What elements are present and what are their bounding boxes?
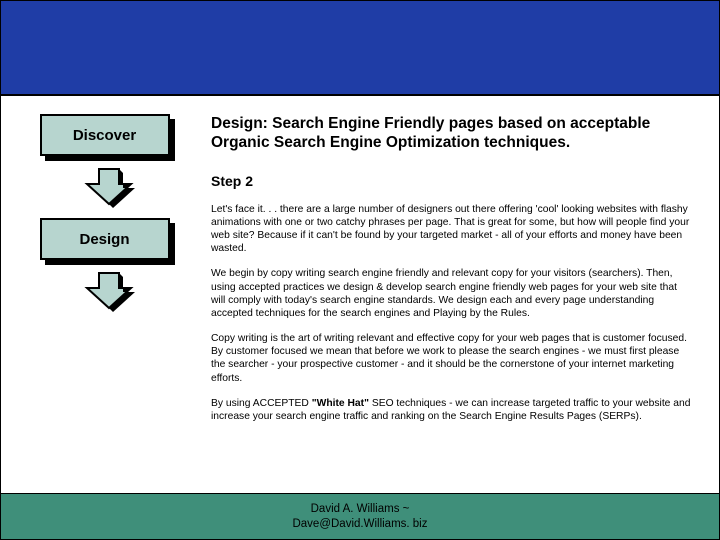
footer-email: Dave@David.Williams. biz bbox=[292, 518, 427, 530]
step-box-label: Discover bbox=[40, 114, 170, 156]
down-arrow-icon bbox=[77, 270, 137, 312]
header-band bbox=[1, 1, 719, 96]
section-heading: Design: Search Engine Friendly pages bas… bbox=[211, 114, 693, 153]
step-number-label: Step 2 bbox=[211, 173, 693, 189]
footer-name: David A. Williams ~ bbox=[311, 503, 410, 515]
paragraph: By using ACCEPTED "White Hat" SEO techni… bbox=[211, 397, 693, 423]
footer-band: David A. Williams ~ Dave@David.Williams.… bbox=[1, 493, 719, 539]
step-box-design: Design bbox=[40, 218, 175, 264]
left-column: Discover Design bbox=[1, 96, 201, 445]
main-text-column: Design: Search Engine Friendly pages bas… bbox=[201, 96, 719, 445]
footer-text: David A. Williams ~ Dave@David.Williams.… bbox=[292, 502, 427, 532]
step-box-discover: Discover bbox=[40, 114, 175, 160]
step-box-label: Design bbox=[40, 218, 170, 260]
paragraph-text: By using ACCEPTED bbox=[211, 398, 312, 409]
paragraph: We begin by copy writing search engine f… bbox=[211, 267, 693, 320]
content-area: Discover Design Design: Search Engine Fr… bbox=[1, 96, 719, 445]
down-arrow-icon bbox=[77, 166, 137, 208]
paragraph: Copy writing is the art of writing relev… bbox=[211, 332, 693, 385]
paragraph: Let's face it. . . there are a large num… bbox=[211, 203, 693, 256]
white-hat-bold: "White Hat" bbox=[312, 398, 369, 409]
